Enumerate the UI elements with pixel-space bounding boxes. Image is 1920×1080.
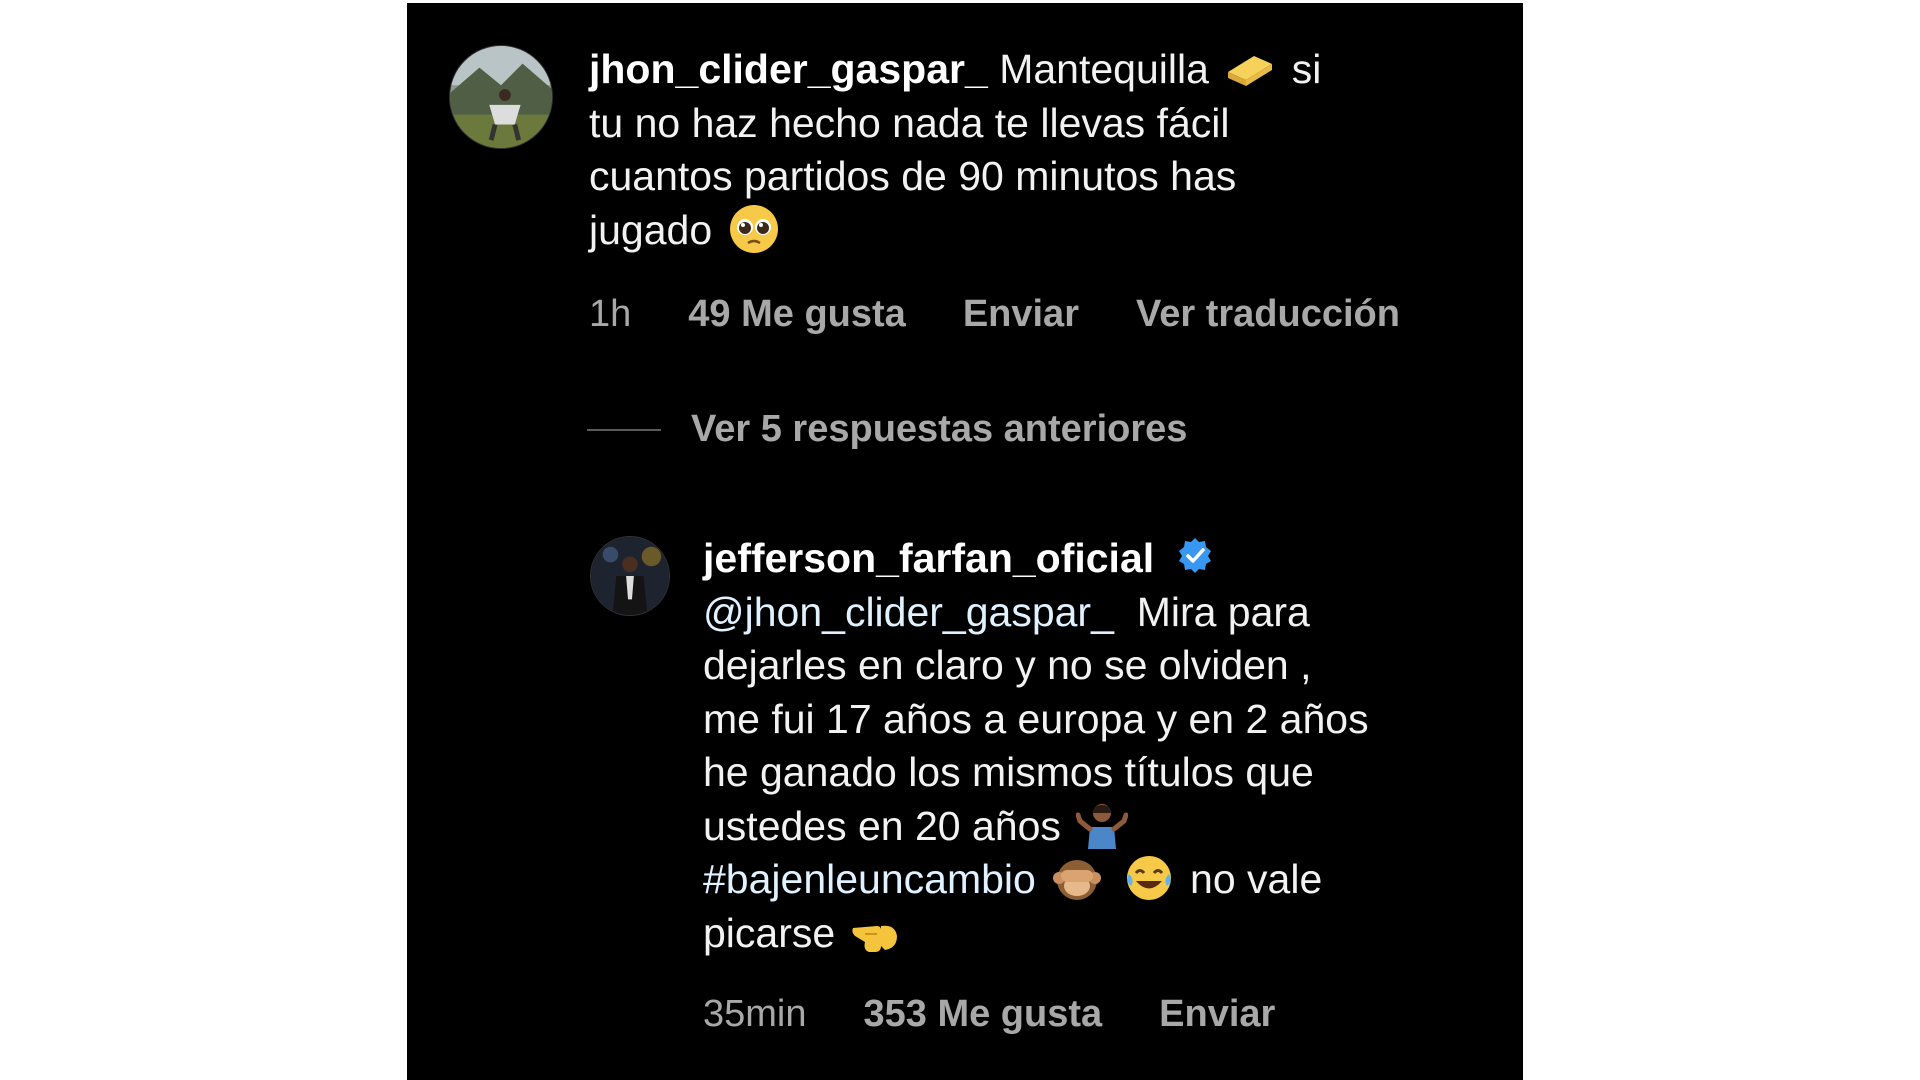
reply-likes-link[interactable]: 353 Me gusta xyxy=(864,993,1103,1036)
avatar-photo-icon xyxy=(591,537,669,615)
reply-text-segment: no vale xyxy=(1190,856,1323,902)
replier-username[interactable]: jefferson_farfan_oficial xyxy=(703,535,1154,581)
reply-line-7: #bajenleuncambio no vale xyxy=(703,853,1369,907)
reply-text-segment: picarse xyxy=(703,909,836,956)
view-replies-label: Ver 5 respuestas anteriores xyxy=(691,408,1188,450)
reply-line-3: dejarles en claro y no se olviden , xyxy=(703,642,1312,688)
reply-line-2: @jhon_clider_gaspar_ Mira para xyxy=(703,586,1369,640)
reply-line-4: me fui 17 años a europa y en 2 años xyxy=(703,695,1369,742)
reply-line-8: picarse xyxy=(703,907,1369,961)
comment-translate-button[interactable]: Ver traducción xyxy=(1136,293,1400,336)
comment-timestamp: 1h xyxy=(589,293,632,335)
butter-bar-emoji xyxy=(1224,42,1276,94)
comment-text-segment: jugado xyxy=(589,206,713,253)
reply-line-5: he ganado los mismos títulos que xyxy=(703,749,1314,795)
tears-of-joy-emoji xyxy=(1123,852,1175,904)
comment-text-segment: si xyxy=(1291,46,1322,92)
comment-body: jhon_clider_gaspar_ Mantequilla si tu no… xyxy=(589,43,1321,257)
comment-line-3: cuantos partidos de 90 minutos has xyxy=(589,153,1237,199)
avatar-photo-icon xyxy=(450,46,552,148)
commenter-avatar[interactable] xyxy=(449,45,553,149)
comment-line-4: jugado xyxy=(589,204,1321,258)
replies-divider xyxy=(587,428,661,431)
reply-mention-link[interactable]: @jhon_clider_gaspar_ xyxy=(703,589,1114,635)
person-shrugging-emoji xyxy=(1076,799,1129,851)
reply-body: jefferson_farfan_oficial @jhon_clider_ga… xyxy=(703,532,1369,960)
verified-badge-icon xyxy=(1176,536,1214,574)
comment-send-button[interactable]: Enviar xyxy=(963,293,1079,336)
comment-likes-link[interactable]: 49 Me gusta xyxy=(688,293,906,336)
reply-hashtag-link[interactable]: #bajenleuncambio xyxy=(703,856,1036,902)
reply-text-segment: ustedes en 20 años xyxy=(703,802,1061,849)
replier-avatar[interactable] xyxy=(590,536,670,616)
view-previous-replies-button[interactable]: Ver 5 respuestas anteriores xyxy=(587,408,1187,451)
comment-line-1: jhon_clider_gaspar_ Mantequilla si xyxy=(589,43,1321,97)
comment-line-2: tu no haz hecho nada te llevas fácil xyxy=(589,99,1230,146)
reply-timestamp: 35min xyxy=(703,993,807,1035)
reply-line-6: ustedes en 20 años xyxy=(703,800,1369,854)
reply-send-button[interactable]: Enviar xyxy=(1159,993,1275,1036)
reply-text-segment: Mira para xyxy=(1136,588,1310,635)
see-no-evil-monkey-emoji xyxy=(1051,852,1103,904)
reply-meta: 35min 353 Me gusta Enviar xyxy=(703,993,1332,1036)
comment-text-segment: Mantequilla xyxy=(999,46,1209,92)
comments-panel: jhon_clider_gaspar_ Mantequilla si tu no… xyxy=(407,3,1523,1080)
reply-line-1: jefferson_farfan_oficial xyxy=(703,532,1369,586)
pleading-face-emoji xyxy=(728,203,780,255)
comment-meta: 1h 49 Me gusta Enviar Ver traducción xyxy=(589,293,1457,336)
commenter-username[interactable]: jhon_clider_gaspar_ xyxy=(589,46,988,92)
pointing-left-emoji xyxy=(851,906,903,958)
